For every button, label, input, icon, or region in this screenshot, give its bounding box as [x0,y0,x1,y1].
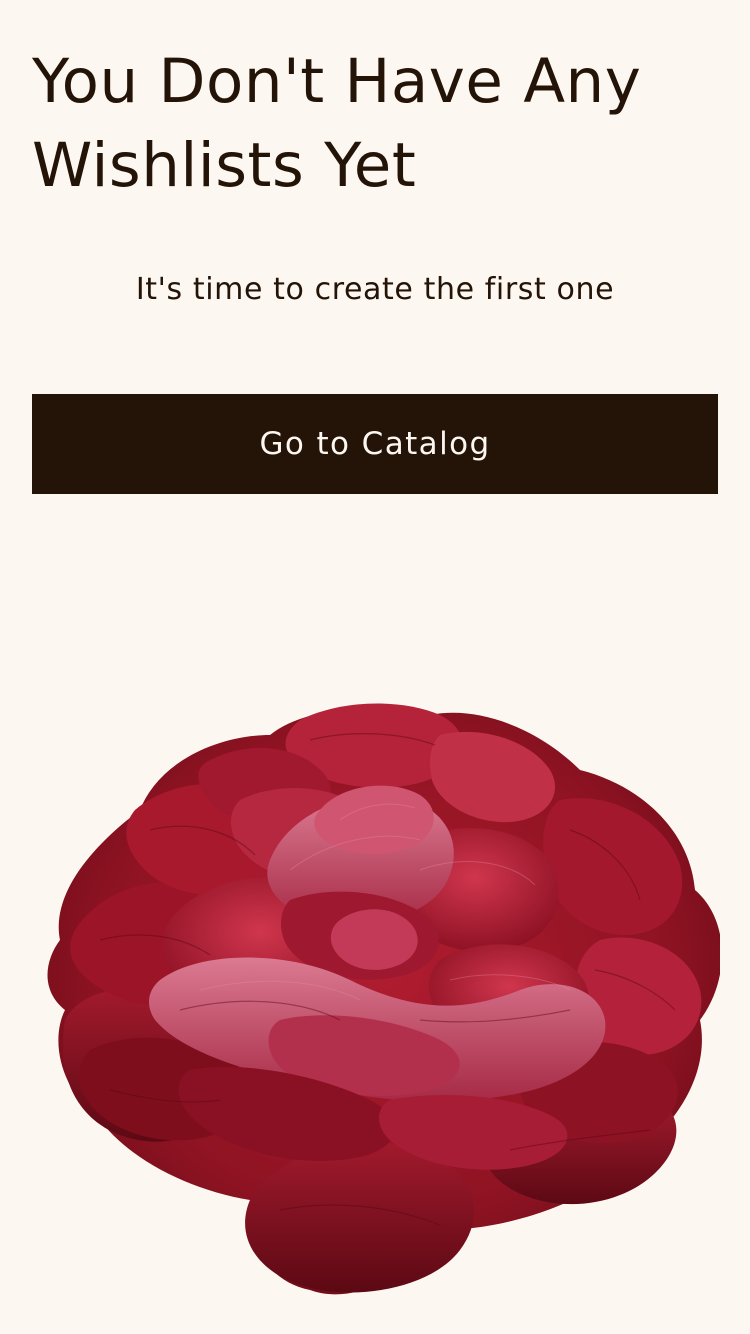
peony-illustration-svg [47,703,720,1295]
go-to-catalog-button[interactable]: Go to Catalog [32,394,718,494]
peony-illustration [40,690,720,1310]
empty-state-message: It's time to create the first one [135,272,615,307]
empty-state-title: You Don't Have Any Wishlists Yet [32,46,642,201]
